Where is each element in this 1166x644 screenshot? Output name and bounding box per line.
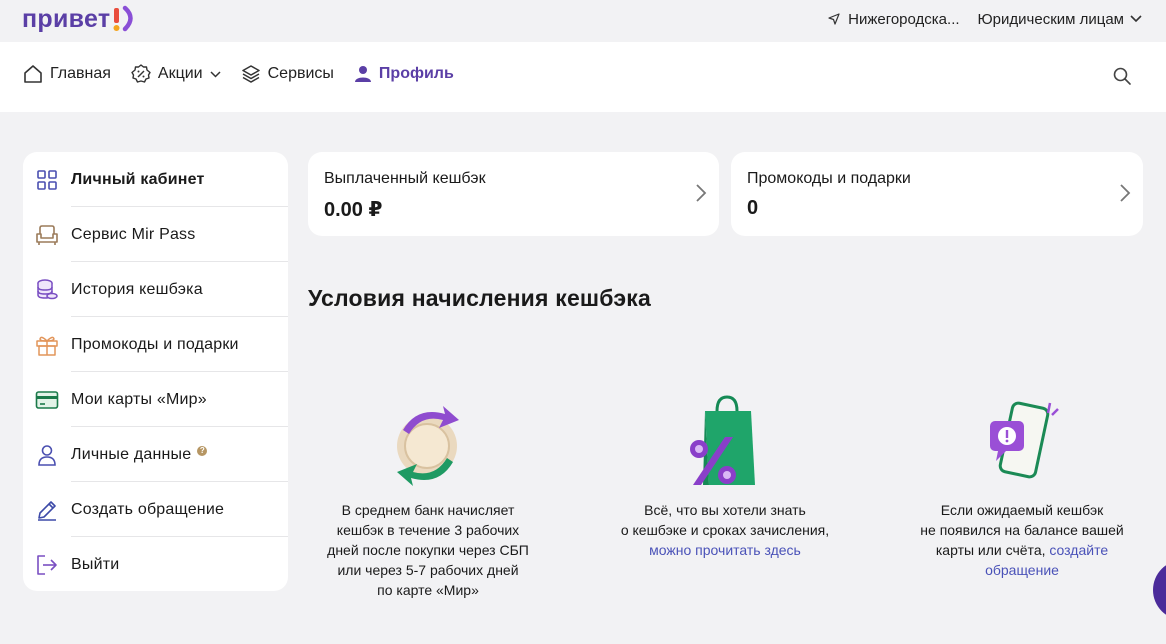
card-title: Выплаченный кешбэк [324,170,486,187]
chevron-right-icon [696,184,707,202]
nav-home-label: Главная [50,65,111,82]
condition-support: Если ожидаемый кешбэк не появился на бал… [892,390,1152,580]
sidebar-item-dashboard[interactable]: Личный кабинет [23,152,288,207]
home-icon [24,65,42,83]
nav-profile-label: Профиль [378,65,454,82]
sidebar-item-mir-pass[interactable]: Сервис Mir Pass [23,207,288,262]
nav-services-label: Сервисы [267,65,334,82]
chevron-right-icon [1120,184,1131,202]
card-value: 0 [747,197,759,219]
condition-info: Всё, что вы хотели знать о кешбэке и сро… [595,390,855,560]
sidebar-item-label: Личные данные? [71,445,208,464]
card-icon [35,388,59,412]
sidebar-item-label: Выйти [71,555,120,573]
person-icon [35,443,59,467]
coin-exchange-icon [298,390,558,490]
nav-services[interactable]: Сервисы [241,64,334,84]
city-label: Нижегородска... [848,10,960,28]
chevron-down-icon [1130,15,1142,23]
sidebar-item-logout[interactable]: Выйти [23,537,288,592]
condition-line: не появился на балансе вашей [920,522,1124,538]
create-request-link[interactable]: обращение [985,562,1059,578]
logout-icon [35,553,59,577]
sidebar-item-personal-data[interactable]: Личные данные? [23,427,288,482]
condition-line: карты или счёта, [935,542,1050,558]
nav-promotions[interactable]: Акции [131,64,221,84]
nav-promotions-label: Акции [157,65,203,82]
card-value: 0.00 ₽ [324,199,383,221]
cashback-paid-card[interactable]: Выплаченный кешбэк 0.00 ₽ [308,152,719,236]
personal-data-text: Личные данные [71,445,192,463]
section-title: Условия начисления кешбэка [308,285,652,311]
armchair-icon [35,223,59,247]
legal-entities-menu[interactable]: Юридическим лицам [978,11,1142,28]
sidebar-item-label: Создать обращение [71,500,225,518]
condition-line: кешбэк в течение 3 рабочих [336,522,520,538]
phone-alert-icon [892,390,1152,490]
sidebar-item-label: Сервис Mir Pass [71,225,196,243]
main-nav: Главная Акции Сервисы Профиль [0,42,1166,112]
logo-text: привет [22,4,111,33]
create-request-link[interactable]: создайте [1049,542,1108,558]
condition-line: о кешбэке и сроках зачисления, [620,522,830,538]
condition-text: В среднем банк начисляет кешбэк в течени… [298,500,558,600]
nav-home[interactable]: Главная [23,64,111,84]
location-arrow-icon [828,13,840,25]
pen-icon [35,498,59,522]
user-icon [354,66,371,82]
top-bar: привет Нижегородска... Юридическим лицам [0,0,1166,42]
read-here-link[interactable]: можно прочитать здесь [649,542,801,558]
gift-icon [35,333,59,357]
layers-icon [241,65,260,83]
profile-sidebar: Личный кабинет Сервис Mir Pass История к… [23,152,288,591]
condition-timing: В среднем банк начисляет кешбэк в течени… [298,390,558,600]
condition-text: Всё, что вы хотели знать о кешбэке и сро… [595,500,855,560]
nav-profile[interactable]: Профиль [354,65,454,83]
card-title: Промокоды и подарки [747,170,911,187]
sidebar-item-cashback-history[interactable]: История кешбэка [23,262,288,317]
sidebar-item-create-request[interactable]: Создать обращение [23,482,288,537]
coins-icon [35,278,59,302]
sidebar-item-promocodes[interactable]: Промокоды и подарки [23,317,288,372]
condition-line: Всё, что вы хотели знать [644,502,806,518]
help-badge[interactable]: ? [197,445,208,456]
condition-line: по карте «Мир» [377,582,479,598]
logo-smile-icon [113,5,134,32]
sidebar-item-label: Личный кабинет [71,170,205,188]
grid-icon [35,168,59,192]
search-icon [1113,67,1131,85]
city-selector[interactable]: Нижегородска... [828,10,960,28]
condition-line: или через 5-7 рабочих дней [337,562,519,578]
condition-line: В среднем банк начисляет [341,502,515,518]
condition-text: Если ожидаемый кешбэк не появился на бал… [892,500,1152,580]
sidebar-item-label: История кешбэка [71,280,203,298]
condition-line: Если ожидаемый кешбэк [940,502,1104,518]
discount-icon [131,64,151,83]
sidebar-item-label: Мои карты «Мир» [71,390,207,408]
search-button[interactable] [1112,66,1132,91]
chat-button[interactable] [1153,560,1166,620]
sidebar-item-label: Промокоды и подарки [71,335,239,353]
sidebar-item-mir-cards[interactable]: Мои карты «Мир» [23,372,288,427]
condition-line: дней после покупки через СБП [327,542,529,558]
legal-entities-label: Юридическим лицам [977,10,1124,28]
shopping-bag-percent-icon [595,390,855,490]
logo[interactable]: привет [22,4,142,34]
promocodes-card[interactable]: Промокоды и подарки 0 [731,152,1143,236]
chevron-down-icon [210,70,221,78]
